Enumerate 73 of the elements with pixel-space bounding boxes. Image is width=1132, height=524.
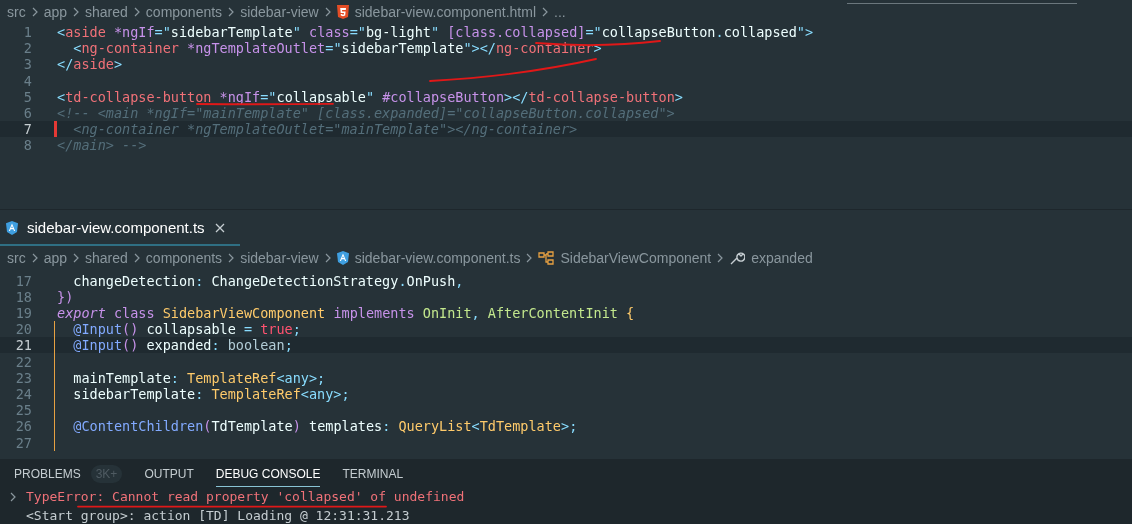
chevron-icon	[227, 7, 236, 17]
code-line: @Input() expanded: boolean;	[72, 338, 293, 353]
line-number: 5	[22, 89, 33, 104]
code-line: <aside *ngIf="sidebarTemplate" class="bg-light" [class.collapsed]="collapseButton.collapsed">	[57, 25, 814, 40]
error-message: TypeError: Cannot read property 'collapsed' of undefined	[26, 490, 465, 504]
chevron-icon	[72, 252, 81, 263]
line-number: 17	[14, 273, 33, 288]
line-number: 18	[14, 289, 33, 304]
breadcrumb-item[interactable]: app	[43, 249, 68, 266]
html-file-icon	[336, 5, 349, 19]
chevron-icon	[132, 252, 141, 263]
code-line: sidebarTemplate: TemplateRef<any>;	[72, 386, 350, 401]
line-number: 7	[22, 122, 33, 137]
breadcrumb-item[interactable]: sidebar-view	[240, 4, 319, 20]
breadcrumb-item[interactable]: components	[145, 4, 223, 20]
chevron-icon	[30, 7, 39, 17]
line-number: 4	[22, 73, 33, 88]
line-number: 1	[22, 25, 33, 40]
panel-tab[interactable]: DEBUG CONSOLE	[215, 459, 321, 487]
code-line: </aside>	[57, 57, 123, 72]
breadcrumb-item[interactable]: src	[7, 249, 26, 266]
console-message: <Start group>: action [TD] Loading @ 12:31:31.213	[26, 509, 410, 523]
chevron-icon	[541, 7, 550, 17]
line-number: 6	[22, 106, 33, 121]
expand-chevron-icon	[9, 492, 17, 502]
line-number: 20	[14, 322, 33, 337]
breadcrumb-item[interactable]: app	[43, 4, 68, 20]
line-number: 24	[14, 386, 33, 401]
chevron-icon	[323, 7, 332, 17]
chevron-icon	[227, 252, 236, 263]
line-number: 27	[14, 435, 33, 450]
breadcrumb-item[interactable]: ...	[554, 4, 566, 20]
code-line: <!-- <main *ngIf="mainTemplate" [class.expanded]="collapseButton.collapsed">	[57, 106, 675, 121]
line-number: 26	[14, 419, 33, 434]
code-line: })	[57, 289, 74, 304]
chevron-icon	[716, 252, 725, 263]
breadcrumb-item[interactable]: sidebar-view.component.html	[336, 4, 537, 20]
chevron-icon	[525, 252, 534, 263]
breadcrumb-item[interactable]: expanded	[729, 249, 813, 266]
line-number: 21	[14, 338, 33, 353]
code-line: </main> -->	[57, 138, 147, 153]
line-number: 2	[22, 41, 33, 56]
line-number: 23	[14, 370, 33, 385]
chevron-icon	[30, 252, 39, 263]
panel-tab[interactable]: OUTPUT	[144, 459, 194, 487]
line-number: 3	[22, 57, 33, 72]
chevron-icon	[72, 7, 81, 17]
line-number: 25	[14, 403, 33, 418]
breadcrumb-item[interactable]: components	[145, 249, 223, 266]
close-icon	[213, 221, 226, 234]
breadcrumb-item[interactable]: sidebar-view.component.ts	[336, 249, 521, 266]
code-line: mainTemplate: TemplateRef<any>;	[72, 370, 326, 385]
line-number: 8	[22, 138, 33, 153]
line-number: 22	[14, 354, 33, 369]
code-line: @ContentChildren(TdTemplate) templates: QueryList<TdTemplate>;	[72, 419, 578, 434]
chevron-icon	[323, 252, 332, 263]
code-line: <ng-container *ngTemplateOutlet="mainTemplate"></ng-container>	[72, 122, 578, 137]
shield-file-icon	[336, 250, 349, 265]
line-number: 19	[14, 306, 33, 320]
chevron-icon	[132, 7, 141, 17]
class-icon	[538, 250, 555, 265]
breadcrumb-item[interactable]: SidebarViewComponent	[538, 249, 712, 266]
code-line: <td-collapse-button *ngIf="collapsable" #collapseButton></td-collapse-button>	[57, 89, 683, 104]
breadcrumb-item[interactable]: shared	[85, 4, 128, 20]
code-line: changeDetection: ChangeDetectionStrategy.OnPush,	[72, 273, 464, 288]
code-line: export class SidebarViewComponent implements OnInit, AfterContentInit {	[57, 306, 635, 320]
shield-file-icon	[6, 220, 18, 235]
breadcrumb-item[interactable]: sidebar-view	[240, 249, 319, 266]
breadcrumb-item[interactable]: src	[7, 4, 26, 20]
code-line: @Input() collapsable = true;	[72, 322, 301, 337]
editor-tab[interactable]: sidebar-view.component.ts	[0, 211, 240, 246]
panel-tab[interactable]: TERMINAL	[342, 459, 404, 487]
breadcrumb-item[interactable]: shared	[85, 249, 128, 266]
